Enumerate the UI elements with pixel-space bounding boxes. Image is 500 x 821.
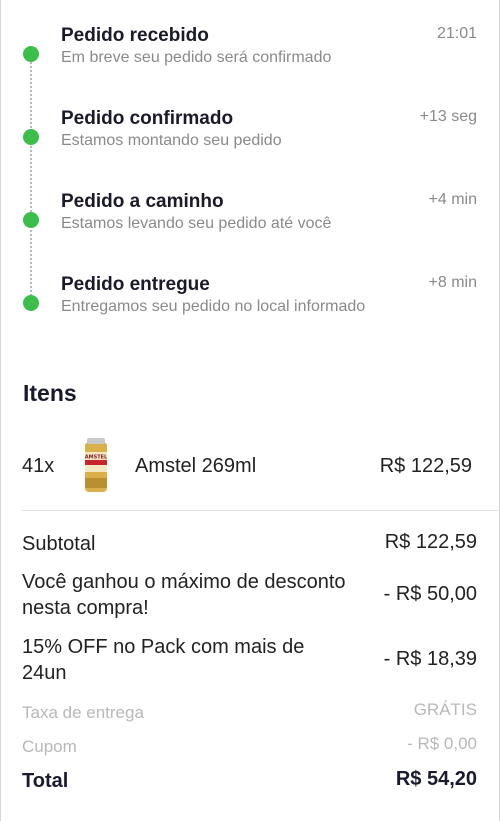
status-dot-icon [23, 46, 39, 62]
discount-value: - R$ 50,00 [383, 583, 477, 605]
item-name: Amstel 269ml [135, 455, 257, 477]
step-time: +13 seg [419, 108, 477, 125]
coupon-label: Cupom [22, 737, 77, 756]
coupon-value: - R$ 0,00 [407, 734, 477, 753]
step-subtitle: Estamos levando seu pedido até você [61, 215, 332, 232]
status-dot-icon [23, 295, 39, 311]
order-item-row: 41x AMSTEL Amstel 269ml R$ 122,59 [0, 436, 500, 498]
step-time: +4 min [428, 191, 477, 208]
timeline-step-confirmed: Pedido confirmado Estamos montando seu p… [0, 108, 500, 168]
timeline-connector-line [30, 58, 32, 304]
order-status-timeline: Pedido recebido Em breve seu pedido será… [0, 0, 500, 330]
pack-discount-label: 15% OFF no Pack com mais de 24un [22, 636, 305, 684]
step-title: Pedido entregue [61, 274, 210, 295]
item-quantity: 41x [22, 455, 55, 477]
status-dot-icon [23, 212, 39, 228]
beer-can-icon: AMSTEL [85, 438, 108, 492]
step-title: Pedido confirmado [61, 108, 234, 129]
can-label-text: AMSTEL [85, 455, 108, 461]
discount-label: Você ganhou o máximo de desconto nesta c… [22, 571, 346, 619]
item-price: R$ 122,59 [379, 455, 472, 477]
step-subtitle: Entregamos seu pedido no local informado [61, 298, 366, 315]
step-title: Pedido recebido [61, 25, 209, 46]
pack-discount-value: - R$ 18,39 [383, 648, 477, 670]
timeline-step-delivered: Pedido entregue Entregamos seu pedido no… [0, 274, 500, 334]
status-dot-icon [23, 129, 39, 145]
items-heading: Itens [23, 380, 77, 406]
step-time: 21:01 [436, 25, 477, 42]
timeline-step-on-the-way: Pedido a caminho Estamos levando seu ped… [0, 191, 500, 251]
delivery-fee-label: Taxa de entrega [22, 703, 144, 722]
subtotal-label: Subtotal [22, 533, 96, 555]
total-label: Total [22, 770, 69, 792]
step-subtitle: Em breve seu pedido será confirmado [61, 49, 332, 66]
subtotal-value: R$ 122,59 [384, 531, 477, 553]
step-time: +8 min [428, 274, 477, 291]
section-divider [22, 510, 500, 511]
step-title: Pedido a caminho [61, 191, 224, 212]
step-subtitle: Estamos montando seu pedido [61, 132, 282, 149]
timeline-step-received: Pedido recebido Em breve seu pedido será… [0, 25, 500, 85]
delivery-fee-value: GRÁTIS [413, 700, 477, 719]
total-value: R$ 54,20 [395, 768, 477, 790]
